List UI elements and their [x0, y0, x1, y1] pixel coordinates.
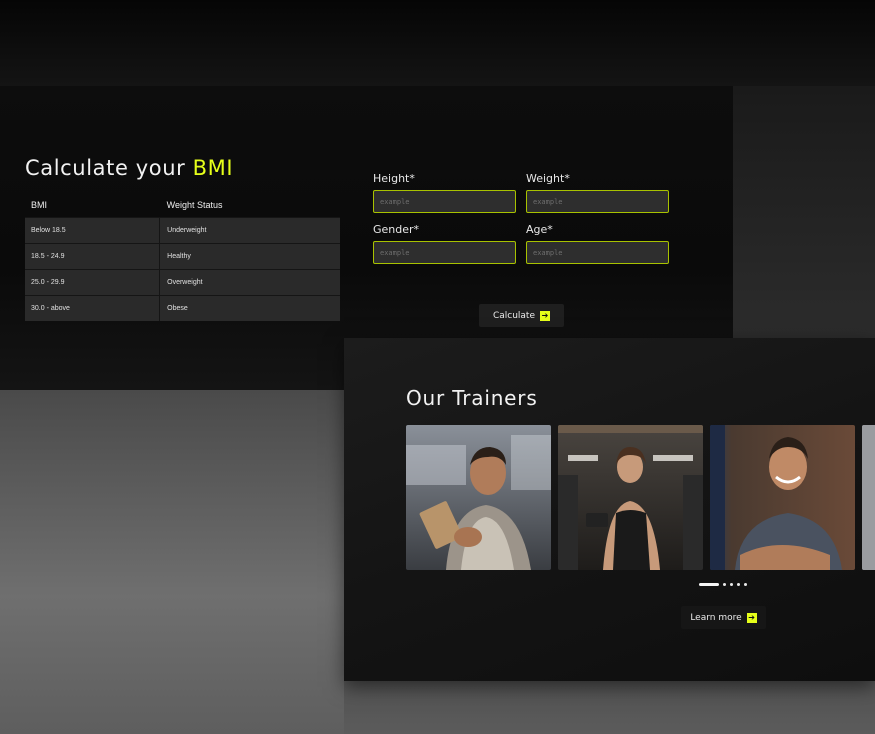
trainer-photo-2 — [558, 425, 703, 570]
trainer-card[interactable] — [862, 425, 875, 570]
gender-field: Gender* — [373, 223, 516, 264]
trainer-card[interactable] — [710, 425, 855, 570]
height-label: Height* — [373, 172, 415, 185]
carousel-dot[interactable] — [744, 583, 747, 586]
bmi-range-cell: 30.0 - above — [25, 295, 160, 321]
calculate-button-label: Calculate — [492, 310, 536, 321]
table-row: Below 18.5 Underweight — [25, 217, 340, 244]
height-input[interactable] — [373, 190, 516, 213]
bmi-table: BMI Weight Status Below 18.5 Underweight… — [25, 193, 340, 321]
arrow-right-icon: ➔ — [746, 612, 757, 623]
calculate-button[interactable]: Calculate ➔ — [479, 304, 564, 327]
trainer-photo-4 — [862, 425, 875, 570]
table-row: 30.0 - above Obese — [25, 295, 340, 321]
table-row: 25.0 - 29.9 Overweight — [25, 269, 340, 296]
background-top — [0, 0, 875, 86]
bmi-range-cell: Below 18.5 — [25, 217, 160, 244]
bmi-table-header: BMI Weight Status — [25, 193, 340, 218]
trainer-card[interactable] — [558, 425, 703, 570]
weight-field: Weight* — [526, 172, 669, 213]
table-row: 18.5 - 24.9 Healthy — [25, 243, 340, 270]
weight-status-cell: Overweight — [159, 269, 340, 296]
trainer-photo-1 — [406, 425, 551, 570]
bmi-range-cell: 25.0 - 29.9 — [25, 269, 160, 296]
arrow-right-icon: ➔ — [540, 310, 551, 321]
background-right — [733, 86, 875, 338]
trainer-photo-3 — [710, 425, 855, 570]
weight-status-column-header: Weight Status — [166, 200, 223, 210]
weight-label: Weight* — [526, 172, 570, 185]
trainer-card[interactable] — [406, 425, 551, 570]
carousel-dot[interactable] — [737, 583, 740, 586]
carousel-dot-active[interactable] — [699, 583, 719, 586]
weight-status-cell: Healthy — [159, 243, 340, 270]
learn-more-button-label: Learn more — [690, 612, 742, 623]
bmi-title-accent: BMI — [192, 156, 234, 180]
height-field: Height* — [373, 172, 516, 213]
age-label: Age* — [526, 223, 553, 236]
age-input[interactable] — [526, 241, 669, 264]
carousel-dot[interactable] — [730, 583, 733, 586]
trainers-title: Our Trainers — [406, 386, 538, 410]
bmi-title-text: Calculate your — [25, 156, 193, 180]
weight-status-cell: Underweight — [159, 217, 340, 244]
bmi-title: Calculate your BMI — [25, 156, 233, 180]
weight-input[interactable] — [526, 190, 669, 213]
learn-more-button[interactable]: Learn more ➔ — [681, 606, 766, 629]
age-field: Age* — [526, 223, 669, 264]
carousel-indicator — [699, 583, 747, 586]
gender-input[interactable] — [373, 241, 516, 264]
background-shade — [0, 390, 344, 734]
bmi-column-header: BMI — [31, 200, 48, 210]
bmi-range-cell: 18.5 - 24.9 — [25, 243, 160, 270]
gender-label: Gender* — [373, 223, 420, 236]
trainers-section: Our Trainers Learn more ➔ — [344, 338, 875, 681]
carousel-dot[interactable] — [723, 583, 726, 586]
weight-status-cell: Obese — [159, 295, 340, 321]
